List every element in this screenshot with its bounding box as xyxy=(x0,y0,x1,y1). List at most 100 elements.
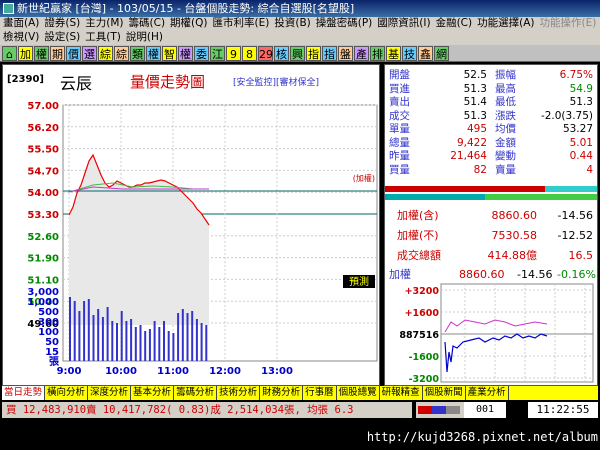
tab-10[interactable]: 個股新聞 xyxy=(423,386,466,400)
volume-bar xyxy=(87,299,90,361)
menu-item-0[interactable]: 畫面(A) xyxy=(3,17,39,29)
quote-value: 51.3 xyxy=(463,109,487,122)
price-tick-label: 56.20 xyxy=(27,123,59,134)
toolbar-button-23[interactable]: 基 xyxy=(386,46,401,61)
toolbar-button-10[interactable]: 權 xyxy=(178,46,193,61)
indicator-red xyxy=(418,406,432,414)
mini-index-header: 加權 8860.60 -14.56 -0.16% xyxy=(389,268,596,282)
time-tick-label: 12:00 xyxy=(209,366,241,377)
menu-row-1: 畫面(A) 證券(S) 主力(M) 籌碼(C) 期權(Q) 匯市利率(E) 投資(B) 操盤密… xyxy=(0,17,600,31)
quote-label: 買量 xyxy=(389,163,410,176)
volume-bar xyxy=(153,321,156,361)
index-label: 加權(不) xyxy=(397,229,439,242)
quote-value-2: 5.01 xyxy=(569,136,593,149)
time-tick-label: 11:00 xyxy=(157,366,189,377)
quote-row: 開盤 52.5 振幅 6.75% xyxy=(389,69,595,82)
indicator-blue xyxy=(432,406,446,414)
tab-3[interactable]: 基本分析 xyxy=(131,386,175,400)
home-icon[interactable]: ⌂ xyxy=(2,46,17,61)
menu-item-2[interactable]: 主力(M) xyxy=(85,17,123,29)
quote-label: 買進 xyxy=(389,82,410,95)
app-icon xyxy=(3,3,14,14)
quote-row: 昨量 21,464 變動 0.44 xyxy=(389,150,595,163)
menu-item-6[interactable]: 投資(B) xyxy=(274,17,310,29)
tab-4[interactable]: 籌碼分析 xyxy=(174,386,218,400)
tab-6[interactable]: 財務分析 xyxy=(260,386,304,400)
volume-bar xyxy=(130,319,133,361)
tab-11[interactable]: 產業分析 xyxy=(466,386,509,400)
toolbar-button-24[interactable]: 技 xyxy=(402,46,417,61)
toolbar-button-22[interactable]: 排 xyxy=(370,46,385,61)
mini-tick-label: +3200 xyxy=(405,286,440,297)
intraday-chart[interactable]: 57.00 56.20 55.50 54.70 54.00 53.30 52.60 51.90… xyxy=(3,65,381,387)
quote-label-2: 最低 xyxy=(495,96,516,108)
toolbar-button-5[interactable]: 綜 xyxy=(98,46,113,61)
toolbar-button-6[interactable]: 綜 xyxy=(114,46,129,61)
toolbar-button-25[interactable]: 鑫 xyxy=(418,46,433,61)
menu-item-3[interactable]: 籌碼(C) xyxy=(129,17,166,29)
toolbar-button-16[interactable]: 核 xyxy=(274,46,289,61)
indicator-gray xyxy=(446,406,460,414)
menu-item-9[interactable]: 金融(C) xyxy=(436,17,473,29)
ask-bar-lower xyxy=(485,194,597,200)
volume-bar xyxy=(78,311,81,361)
time-tick-label: 9:00 xyxy=(57,366,82,377)
bid-ask-bar xyxy=(385,184,597,202)
quote-value-2: 54.9 xyxy=(569,82,593,95)
toolbar-button-14[interactable]: 8 xyxy=(242,46,257,61)
tab-5[interactable]: 技術分析 xyxy=(217,386,261,400)
toolbar-button-18[interactable]: 指 xyxy=(306,46,321,61)
ask-bar xyxy=(545,186,597,192)
menu2-item-0[interactable]: 檢視(V) xyxy=(3,31,39,43)
quote-row: 單量 495 均價 53.27 xyxy=(389,123,595,136)
menu2-item-1[interactable]: 設定(S) xyxy=(44,31,80,43)
bid-bar-lower xyxy=(385,194,485,200)
toolbar-button-20[interactable]: 盤 xyxy=(338,46,353,61)
toolbar-button-17[interactable]: 興 xyxy=(290,46,305,61)
toolbar-button-4[interactable]: 選 xyxy=(82,46,97,61)
menu2-item-2[interactable]: 工具(T) xyxy=(85,31,121,43)
quote-value-2: 51.3 xyxy=(569,96,593,108)
toolbar-button-1[interactable]: 權 xyxy=(34,46,49,61)
toolbar-button-15[interactable]: 29 xyxy=(258,46,273,61)
tab-1[interactable]: 橫向分析 xyxy=(45,386,89,400)
toolbar-button-0[interactable]: 加 xyxy=(18,46,33,61)
volume-bar xyxy=(106,307,109,361)
menu-item-1[interactable]: 證券(S) xyxy=(44,17,80,29)
menu-item-7[interactable]: 操盤密碼(P) xyxy=(316,17,373,29)
toolbar-button-7[interactable]: 類 xyxy=(130,46,145,61)
volume-bar xyxy=(101,317,104,361)
toolbar-button-9[interactable]: 智 xyxy=(162,46,177,61)
toolbar-button-12[interactable]: 江 xyxy=(210,46,225,61)
mini-index-chart[interactable]: +3200 +1600 887516 -1600 -3200 xyxy=(385,282,597,386)
menu-item-10[interactable]: 功能選擇(A) xyxy=(477,17,534,29)
toolbar-button-26[interactable]: 網 xyxy=(434,46,449,61)
tab-9[interactable]: 研報精查 xyxy=(380,386,423,400)
toolbar-button-13[interactable]: 9 xyxy=(226,46,241,61)
menu-item-8[interactable]: 國際資訊(I) xyxy=(377,17,430,29)
mini-chart-area xyxy=(440,283,594,383)
toolbar-button-3[interactable]: 價 xyxy=(66,46,81,61)
tab-0[interactable]: 當日走勢 xyxy=(2,386,46,400)
volume-bar xyxy=(139,325,142,361)
toolbar-button-19[interactable]: 指 xyxy=(322,46,337,61)
tab-8[interactable]: 個股總覽 xyxy=(337,386,380,400)
menu2-item-3[interactable]: 說明(H) xyxy=(126,31,163,43)
menu-item-4[interactable]: 期權(Q) xyxy=(170,17,207,29)
tab-7[interactable]: 行事曆 xyxy=(303,386,337,400)
toolbar-button-11[interactable]: 委 xyxy=(194,46,209,61)
price-volume-chart-panel: [2390] 云辰 量價走勢圖 [安全監控][審材保全] 57.00 56.20 5… xyxy=(2,64,380,386)
menu-item-disabled-0[interactable]: 功能操作(E) xyxy=(540,17,597,29)
toolbar-button-2[interactable]: 期 xyxy=(50,46,65,61)
index-value: 8860.60 xyxy=(491,209,538,222)
quote-label: 昨量 xyxy=(389,150,410,162)
watermark-url: http://kujd3268.pixnet.net/album xyxy=(366,430,598,444)
volume-bar xyxy=(167,331,170,361)
tab-2[interactable]: 深度分析 xyxy=(88,386,132,400)
mini-tick-label: 887516 xyxy=(399,330,439,341)
toolbar-button-21[interactable]: 產 xyxy=(354,46,369,61)
volume-bar xyxy=(186,313,189,361)
volume-bar xyxy=(195,319,198,361)
menu-item-5[interactable]: 匯市利率(E) xyxy=(213,17,270,29)
toolbar-button-8[interactable]: 權 xyxy=(146,46,161,61)
